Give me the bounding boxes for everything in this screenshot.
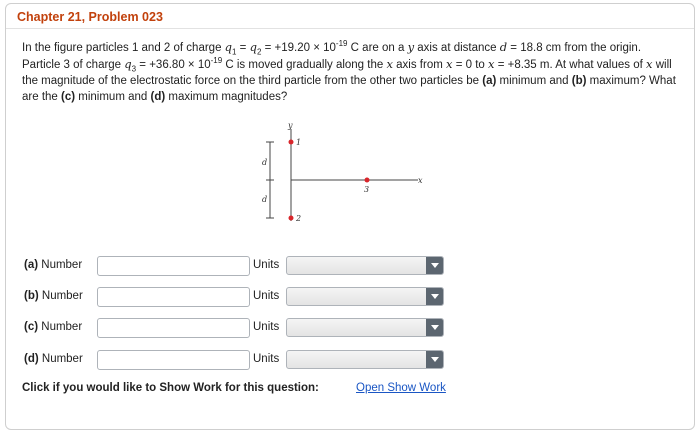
answer-label-d: (d) Number bbox=[24, 353, 83, 365]
particle-3-label: 3 bbox=[364, 185, 369, 194]
particle-2 bbox=[288, 215, 294, 221]
units-select-b[interactable] bbox=[286, 287, 444, 306]
particle-1-label: 1 bbox=[296, 138, 301, 147]
number-input-a[interactable] bbox=[97, 256, 250, 276]
number-input-d[interactable] bbox=[97, 350, 250, 370]
distance-label-lower: d bbox=[262, 195, 267, 204]
particle-3 bbox=[364, 177, 370, 183]
units-label-b: Units bbox=[253, 290, 280, 302]
y-axis-label: y bbox=[287, 121, 293, 130]
dropdown-arrow-icon[interactable] bbox=[426, 319, 443, 336]
dropdown-arrow-icon[interactable] bbox=[426, 257, 443, 274]
show-work-prompt: Click if you would like to Show Work for… bbox=[22, 382, 319, 394]
units-select-a[interactable] bbox=[286, 256, 444, 275]
x-axis-label: x bbox=[418, 176, 423, 185]
units-label-d: Units bbox=[253, 353, 280, 365]
units-select-d[interactable] bbox=[286, 350, 444, 369]
units-label-a: Units bbox=[253, 259, 280, 271]
dropdown-arrow-icon[interactable] bbox=[426, 288, 443, 305]
answer-label-c: (c) Number bbox=[24, 321, 83, 333]
particle-1 bbox=[288, 139, 294, 145]
problem-statement: In the figure particles 1 and 2 of charg… bbox=[22, 39, 676, 103]
open-show-work-link[interactable]: Open Show Work bbox=[356, 382, 446, 394]
problem-title: Chapter 21, Problem 023 bbox=[17, 10, 163, 24]
distance-label-upper: d bbox=[262, 158, 267, 167]
particle-2-label: 2 bbox=[295, 214, 301, 223]
number-input-c[interactable] bbox=[97, 318, 250, 338]
title-divider bbox=[6, 28, 694, 29]
number-input-b[interactable] bbox=[97, 287, 250, 307]
units-select-c[interactable] bbox=[286, 318, 444, 337]
answer-label-a: (a) Number bbox=[24, 259, 83, 271]
charge-diagram: y x d d 1 2 3 bbox=[262, 121, 423, 223]
answer-label-b: (b) Number bbox=[24, 290, 83, 302]
dropdown-arrow-icon[interactable] bbox=[426, 351, 443, 368]
units-label-c: Units bbox=[253, 321, 280, 333]
